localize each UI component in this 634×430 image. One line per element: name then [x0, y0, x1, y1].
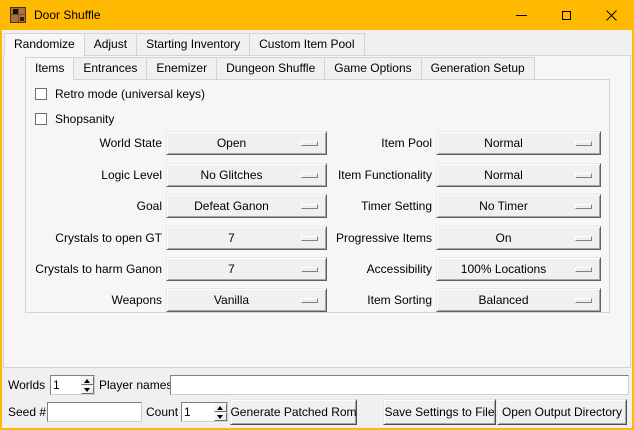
timer-setting-label: Timer Setting: [326, 194, 432, 218]
retro-mode-checkbox[interactable]: [35, 88, 47, 100]
tab-generation-setup[interactable]: Generation Setup: [421, 57, 535, 79]
worlds-label: Worlds: [8, 375, 45, 395]
save-settings-button[interactable]: Save Settings to File: [383, 399, 496, 425]
timer-setting-value: No Timer: [479, 199, 528, 213]
dropdown-indicator-icon: [301, 267, 318, 272]
weapons-dropdown[interactable]: Vanilla: [166, 288, 327, 312]
progressive-items-value: On: [495, 231, 511, 245]
close-button[interactable]: [589, 0, 634, 30]
player-names-label: Player names: [99, 375, 172, 395]
maximize-button[interactable]: [544, 0, 589, 30]
weapons-label: Weapons: [26, 288, 162, 312]
count-label: Count: [146, 402, 178, 422]
item-sorting-value: Balanced: [478, 293, 528, 307]
dropdown-indicator-icon: [575, 204, 592, 209]
crystals-ganon-value: 7: [228, 262, 235, 276]
items-tab-pane: Retro mode (universal keys) Shopsanity W…: [25, 79, 610, 313]
shopsanity-option[interactable]: Shopsanity: [35, 111, 114, 126]
item-functionality-dropdown[interactable]: Normal: [436, 163, 601, 187]
crystals-gt-label: Crystals to open GT: [26, 226, 162, 250]
count-spinner[interactable]: [181, 402, 228, 422]
window-controls: [499, 0, 634, 30]
item-functionality-value: Normal: [484, 168, 523, 182]
dropdown-indicator-icon: [575, 267, 592, 272]
logic-level-label: Logic Level: [26, 163, 162, 187]
crystals-gt-value: 7: [228, 231, 235, 245]
count-input[interactable]: [182, 403, 214, 421]
dropdown-indicator-icon: [301, 141, 318, 146]
spin-down-icon[interactable]: [81, 385, 94, 394]
worlds-spin-buttons: [81, 376, 94, 394]
spin-down-icon[interactable]: [214, 412, 227, 421]
worlds-input[interactable]: [51, 376, 81, 394]
dropdown-indicator-icon: [575, 236, 592, 241]
dropdown-indicator-icon: [575, 141, 592, 146]
spin-up-icon[interactable]: [81, 376, 94, 385]
shopsanity-checkbox[interactable]: [35, 113, 47, 125]
goal-value: Defeat Ganon: [194, 199, 269, 213]
item-sorting-dropdown[interactable]: Balanced: [436, 288, 601, 312]
client-area: Randomize Adjust Starting Inventory Cust…: [0, 30, 634, 430]
crystals-ganon-dropdown[interactable]: 7: [166, 257, 327, 281]
shopsanity-label: Shopsanity: [55, 112, 114, 126]
weapons-value: Vanilla: [214, 293, 249, 307]
dropdown-indicator-icon: [301, 204, 318, 209]
tab-randomize[interactable]: Randomize: [4, 33, 85, 56]
crystals-gt-dropdown[interactable]: 7: [166, 226, 327, 250]
close-icon: [606, 10, 617, 21]
world-state-label: World State: [26, 131, 162, 155]
dropdown-indicator-icon: [575, 173, 592, 178]
dropdown-indicator-icon: [301, 173, 318, 178]
main-tab-bar: Randomize Adjust Starting Inventory Cust…: [4, 33, 364, 56]
tab-enemizer[interactable]: Enemizer: [146, 57, 217, 79]
goal-label: Goal: [26, 194, 162, 218]
progressive-items-dropdown[interactable]: On: [436, 226, 601, 250]
tab-items[interactable]: Items: [25, 57, 74, 80]
tab-adjust[interactable]: Adjust: [84, 33, 137, 55]
count-spin-buttons: [214, 403, 227, 421]
player-names-input[interactable]: [170, 375, 629, 395]
item-sorting-label: Item Sorting: [326, 288, 432, 312]
item-pool-label: Item Pool: [326, 131, 432, 155]
worlds-spinner[interactable]: [50, 375, 95, 395]
timer-setting-dropdown[interactable]: No Timer: [436, 194, 601, 218]
item-pool-value: Normal: [484, 136, 523, 150]
dropdown-indicator-icon: [301, 298, 318, 303]
world-state-dropdown[interactable]: Open: [166, 131, 327, 155]
tab-entrances[interactable]: Entrances: [73, 57, 147, 79]
accessibility-value: 100% Locations: [461, 262, 546, 276]
world-state-value: Open: [217, 136, 246, 150]
accessibility-label: Accessibility: [326, 257, 432, 281]
tab-dungeon-shuffle[interactable]: Dungeon Shuffle: [216, 57, 325, 79]
tab-starting-inventory[interactable]: Starting Inventory: [136, 33, 250, 55]
logic-level-value: No Glitches: [200, 168, 262, 182]
minimize-button[interactable]: [499, 0, 544, 30]
app-window: Door Shuffle Randomize Adjust Starting I: [0, 0, 634, 430]
dropdown-indicator-icon: [575, 298, 592, 303]
tab-custom-item-pool[interactable]: Custom Item Pool: [249, 33, 364, 55]
maximize-icon: [562, 11, 571, 20]
minimize-icon: [516, 15, 527, 16]
sub-tab-bar: Items Entrances Enemizer Dungeon Shuffle…: [25, 57, 534, 80]
item-functionality-label: Item Functionality: [326, 163, 432, 187]
generate-patched-rom-button[interactable]: Generate Patched Rom: [230, 399, 357, 425]
tab-game-options[interactable]: Game Options: [324, 57, 421, 79]
crystals-ganon-label: Crystals to harm Ganon: [26, 257, 162, 281]
accessibility-dropdown[interactable]: 100% Locations: [436, 257, 601, 281]
dropdown-indicator-icon: [301, 236, 318, 241]
retro-mode-label: Retro mode (universal keys): [55, 87, 205, 101]
open-output-directory-button[interactable]: Open Output Directory: [497, 399, 627, 425]
seed-input[interactable]: [47, 402, 142, 422]
spin-up-icon[interactable]: [214, 403, 227, 412]
door-icon: [10, 7, 26, 23]
progressive-items-label: Progressive Items: [326, 226, 432, 250]
retro-mode-option[interactable]: Retro mode (universal keys): [35, 86, 205, 101]
logic-level-dropdown[interactable]: No Glitches: [166, 163, 327, 187]
goal-dropdown[interactable]: Defeat Ganon: [166, 194, 327, 218]
seed-label: Seed #: [8, 402, 46, 422]
window-title: Door Shuffle: [34, 8, 101, 22]
title-bar: Door Shuffle: [0, 0, 634, 30]
item-pool-dropdown[interactable]: Normal: [436, 131, 601, 155]
